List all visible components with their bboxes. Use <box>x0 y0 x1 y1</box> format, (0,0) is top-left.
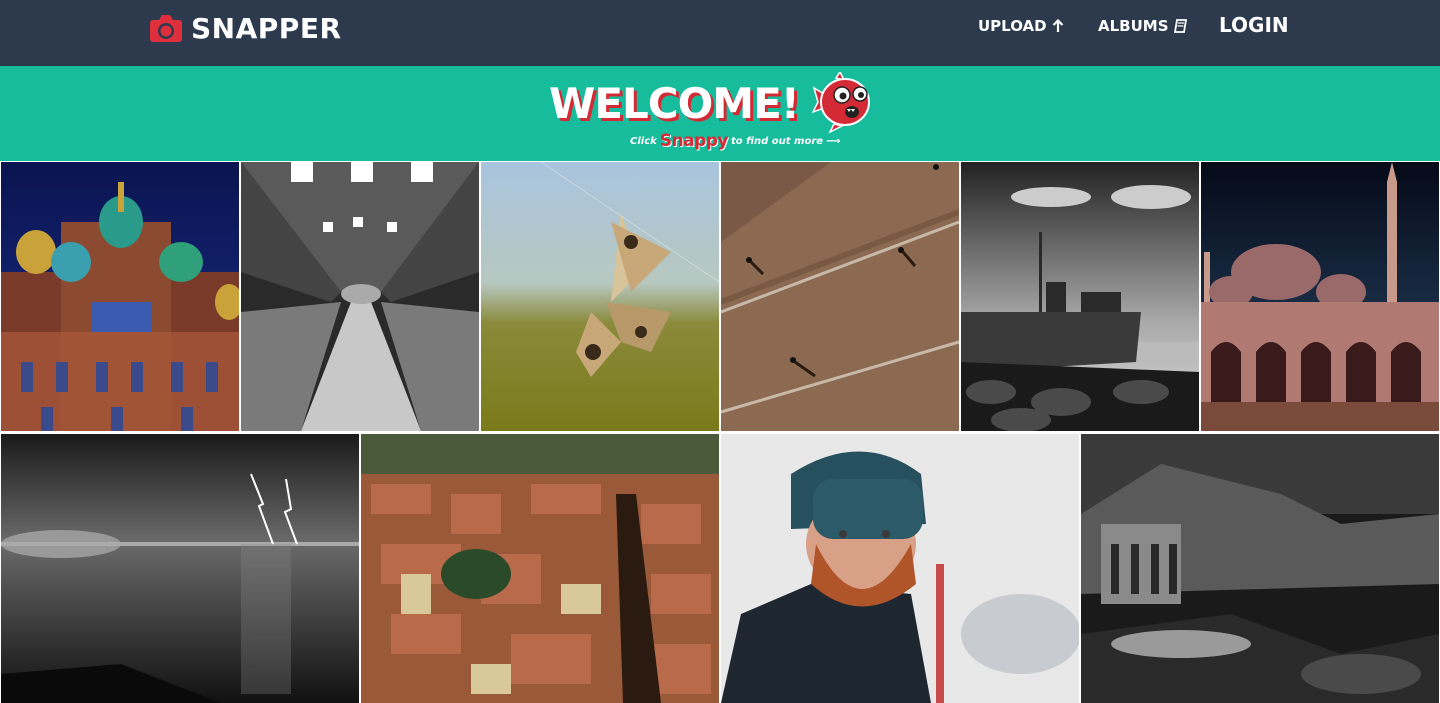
rooftops-photo <box>361 434 719 703</box>
photo-tile-mosque[interactable] <box>1201 162 1439 431</box>
photo-tile-lightning[interactable] <box>1 434 359 703</box>
login-link[interactable]: LOGIN <box>1219 12 1289 38</box>
tunnel-photo <box>241 162 479 431</box>
lightning-photo <box>1 434 359 703</box>
photo-tile-desert-temple[interactable] <box>1081 434 1439 703</box>
red-fish-mascot-icon[interactable] <box>811 70 872 134</box>
tagline-rest: to find out more <box>731 135 824 147</box>
mosque-photo <box>1201 162 1439 431</box>
photo-tile-aerial[interactable] <box>721 162 959 431</box>
welcome-title: WELCOME! <box>549 79 800 128</box>
top-navbar: SNAPPER UPLOAD ALBUMS LOGIN <box>0 0 1440 66</box>
arrow-up-icon <box>1052 19 1064 33</box>
snappy-link[interactable]: Snappy <box>660 131 729 151</box>
albums-label: ALBUMS <box>1098 17 1169 35</box>
albums-link[interactable]: ALBUMS <box>1098 16 1187 36</box>
photo-tile-cathedral[interactable] <box>1 162 239 431</box>
tagline: Click Snappy to find out more ⟶ <box>630 129 840 153</box>
brand-link[interactable]: SNAPPER <box>149 12 342 46</box>
welcome-banner: WELCOME! Click Snappy to find out more ⟶ <box>0 66 1440 161</box>
brand-name: SNAPPER <box>191 12 342 45</box>
photo-tile-rooftops[interactable] <box>361 434 719 703</box>
photo-tile-portrait[interactable] <box>721 434 1079 703</box>
upload-label: UPLOAD <box>978 17 1047 35</box>
photo-tile-butterfly[interactable] <box>481 162 719 431</box>
tagline-click: Click <box>630 135 657 147</box>
photo-tile-shipwreck[interactable] <box>961 162 1199 431</box>
upload-link[interactable]: UPLOAD <box>978 16 1064 36</box>
aerial-photo <box>721 162 959 431</box>
butterfly-photo <box>481 162 719 431</box>
shipwreck-photo <box>961 162 1199 431</box>
book-icon <box>1173 19 1187 33</box>
cathedral-photo <box>1 162 239 431</box>
photo-tile-tunnel[interactable] <box>241 162 479 431</box>
camera-icon <box>149 14 183 44</box>
portrait-photo <box>721 434 1079 703</box>
desert-temple-photo <box>1081 434 1439 703</box>
long-arrow-right-icon: ⟶ <box>826 135 841 147</box>
